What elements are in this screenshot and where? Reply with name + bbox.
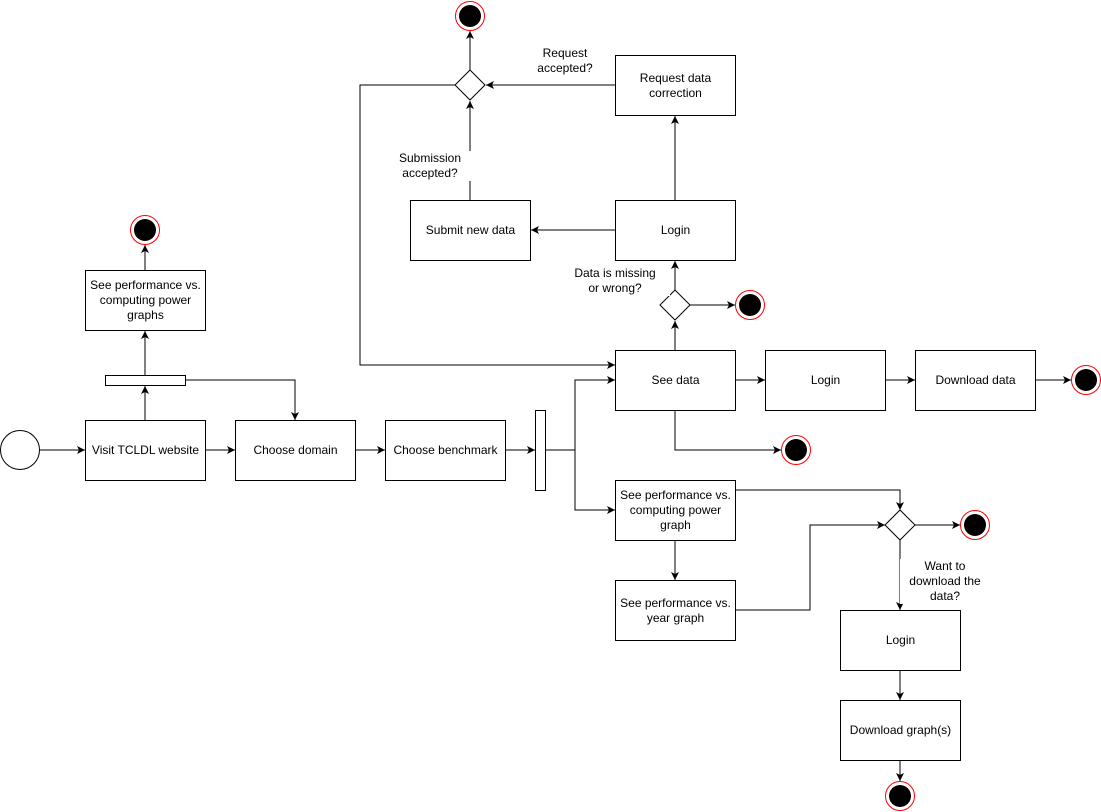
action-login-correction: Login [615, 200, 736, 261]
final-node-download-data [1071, 365, 1101, 395]
action-see-performance-computing-graph: See performance vs. computing power grap… [615, 480, 736, 541]
action-login-graph: Login [840, 610, 961, 671]
decision-node-download [884, 509, 916, 541]
final-node-missing [735, 290, 765, 320]
action-choose-domain: Choose domain [235, 420, 356, 481]
action-login-data: Login [765, 350, 886, 411]
final-node-see-data [781, 435, 811, 465]
edge-see-data-to-final [674, 410, 781, 454]
action-submit-new-data: Submit new data [410, 200, 531, 261]
action-request-data-correction: Request data correction [615, 55, 736, 116]
decision-node-accepted [454, 69, 486, 101]
action-visit-website: Visit TCLDL website [85, 420, 206, 481]
action-see-data: See data [615, 350, 736, 411]
edge-perf-year-to-decision [735, 521, 885, 611]
edge-fork-to-see-data [545, 376, 615, 451]
action-choose-benchmark: Choose benchmark [385, 420, 506, 481]
final-node-download-graphs [885, 781, 915, 811]
guard-submission-accepted: Submission accepted? [385, 151, 475, 181]
action-download-data: Download data [915, 350, 1036, 411]
fork-bar-main [535, 410, 546, 491]
action-download-graphs: Download graph(s) [840, 700, 961, 761]
edge-fork-top-to-choose-domain [185, 379, 299, 420]
action-see-performance-year-graph: See performance vs. year graph [615, 580, 736, 641]
final-node-perf-graphs [130, 215, 160, 245]
fork-bar-top [105, 375, 186, 386]
initial-node [0, 430, 40, 470]
guard-want-download: Want to download the data? [900, 559, 990, 604]
edge-fork-to-perf-compute [574, 450, 615, 514]
edge-perf-compute-to-decision [735, 489, 904, 510]
final-node-decision-download [960, 510, 990, 540]
guard-data-missing: Data is missing or wrong? [560, 266, 670, 296]
action-see-performance-graphs: See performance vs. computing power grap… [85, 270, 206, 331]
final-node-accepted [455, 1, 485, 31]
guard-request-accepted: Request accepted? [520, 46, 610, 76]
